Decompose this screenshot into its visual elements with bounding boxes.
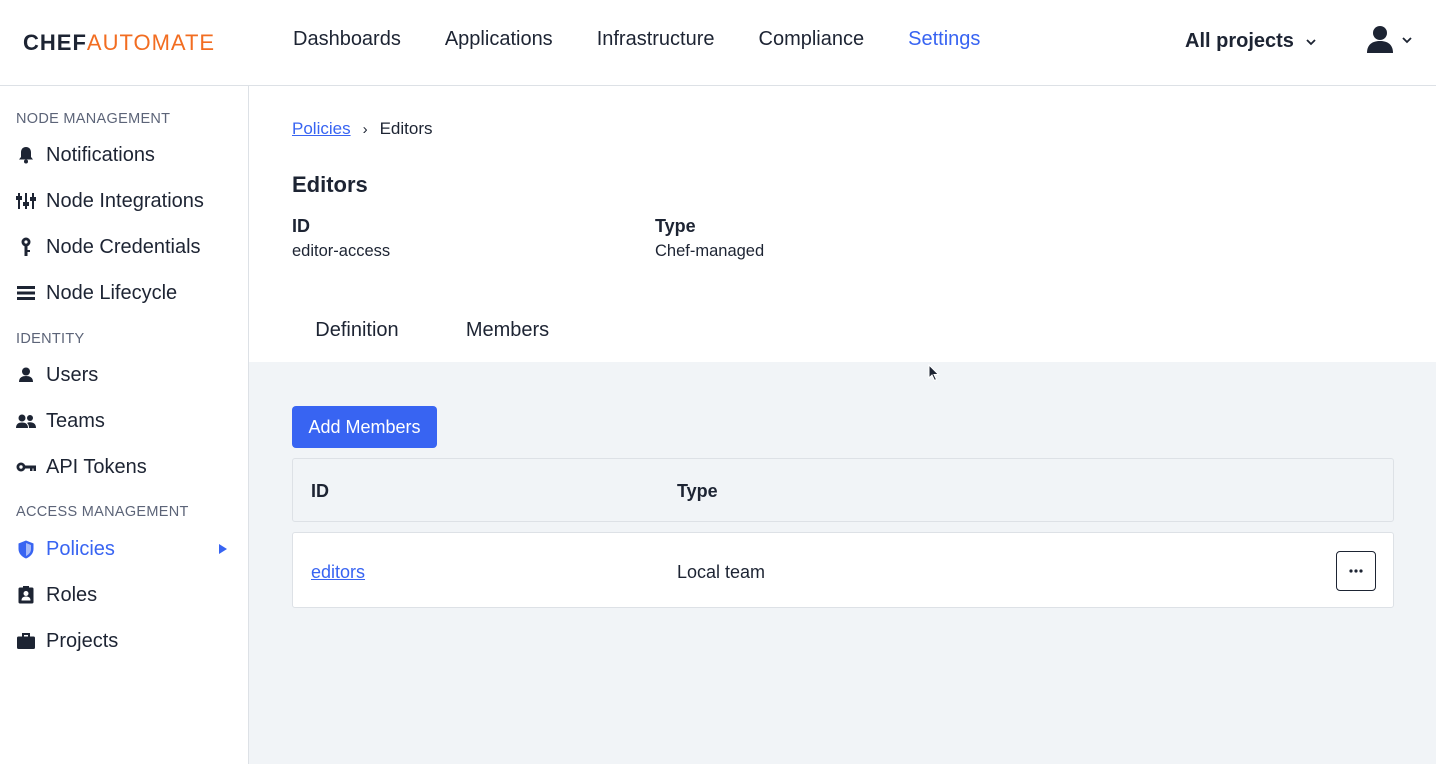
top-navbar: CHEFAUTOMATE Dashboards Applications Inf… xyxy=(0,0,1436,86)
bell-icon xyxy=(16,145,36,165)
type-value: Chef-managed xyxy=(655,242,765,260)
section-title-node-management: NODE MANAGEMENT xyxy=(16,111,171,127)
nav-compliance[interactable]: Compliance xyxy=(759,28,865,51)
sidebar-item-node-integrations[interactable]: Node Integrations xyxy=(16,183,232,219)
table-row: editors Local team xyxy=(292,532,1394,608)
sidebar-item-teams[interactable]: Teams xyxy=(16,403,232,439)
token-key-icon xyxy=(16,457,36,477)
add-members-button[interactable]: Add Members xyxy=(292,406,437,448)
member-id-link[interactable]: editors xyxy=(311,562,365,582)
sidebar-item-notifications[interactable]: Notifications xyxy=(16,137,232,173)
section-title-access-management: ACCESS MANAGEMENT xyxy=(16,504,189,520)
sidebar-item-projects[interactable]: Projects xyxy=(16,623,232,659)
chevron-right-icon: › xyxy=(362,120,368,138)
mouse-cursor-icon xyxy=(928,364,940,382)
nav-infrastructure[interactable]: Infrastructure xyxy=(597,28,715,51)
main-nav: Dashboards Applications Infrastructure C… xyxy=(293,28,1024,51)
settings-sidebar: NODE MANAGEMENT Notifications Node Integ… xyxy=(0,86,249,764)
main-content: Policies › Editors Editors ID editor-acc… xyxy=(249,86,1436,764)
chevron-down-icon xyxy=(1402,37,1412,44)
id-label: ID xyxy=(292,216,310,236)
list-icon xyxy=(16,283,36,303)
projects-filter-label: All projects xyxy=(1185,30,1294,52)
sidebar-item-node-lifecycle[interactable]: Node Lifecycle xyxy=(16,275,232,311)
people-icon xyxy=(16,411,36,431)
chef-automate-logo[interactable]: CHEFAUTOMATE xyxy=(23,30,215,56)
id-value: editor-access xyxy=(292,242,391,260)
badge-icon xyxy=(16,585,36,605)
briefcase-icon xyxy=(16,631,36,651)
projects-filter-dropdown[interactable]: All projects xyxy=(1185,30,1318,53)
members-table-header: ID Type xyxy=(292,458,1394,522)
shield-icon xyxy=(16,539,36,559)
nav-settings[interactable]: Settings xyxy=(908,28,980,51)
chevron-down-icon xyxy=(1306,38,1316,45)
breadcrumb: Policies › Editors xyxy=(292,119,433,139)
more-horizontal-icon xyxy=(1349,569,1363,573)
sidebar-item-users[interactable]: Users xyxy=(16,357,232,393)
page-title: Editors xyxy=(292,172,368,197)
breadcrumb-current: Editors xyxy=(379,119,433,138)
column-header-id: ID xyxy=(311,481,329,501)
breadcrumb-policies-link[interactable]: Policies xyxy=(292,119,351,139)
members-panel: Add Members ID Type editors Local team xyxy=(249,362,1436,764)
member-type: Local team xyxy=(677,562,766,582)
sidebar-item-policies[interactable]: Policies xyxy=(16,531,232,567)
caret-right-icon xyxy=(219,544,227,554)
key-icon xyxy=(16,237,36,257)
sidebar-item-roles[interactable]: Roles xyxy=(16,577,232,613)
nav-applications[interactable]: Applications xyxy=(445,28,553,51)
user-avatar-icon xyxy=(1367,26,1393,53)
policy-header: Policies › Editors Editors ID editor-acc… xyxy=(249,86,1436,365)
section-title-identity: IDENTITY xyxy=(16,331,85,347)
person-icon xyxy=(16,365,36,385)
sliders-icon xyxy=(16,191,36,211)
tab-members[interactable]: Members xyxy=(445,319,570,365)
nav-dashboards[interactable]: Dashboards xyxy=(293,28,401,51)
user-menu[interactable] xyxy=(1366,25,1414,55)
sidebar-item-node-credentials[interactable]: Node Credentials xyxy=(16,229,232,265)
type-label: Type xyxy=(655,216,696,236)
column-header-type: Type xyxy=(677,481,718,501)
tab-definition[interactable]: Definition xyxy=(312,319,402,365)
row-actions-button[interactable] xyxy=(1336,551,1376,591)
sidebar-item-api-tokens[interactable]: API Tokens xyxy=(16,449,232,485)
